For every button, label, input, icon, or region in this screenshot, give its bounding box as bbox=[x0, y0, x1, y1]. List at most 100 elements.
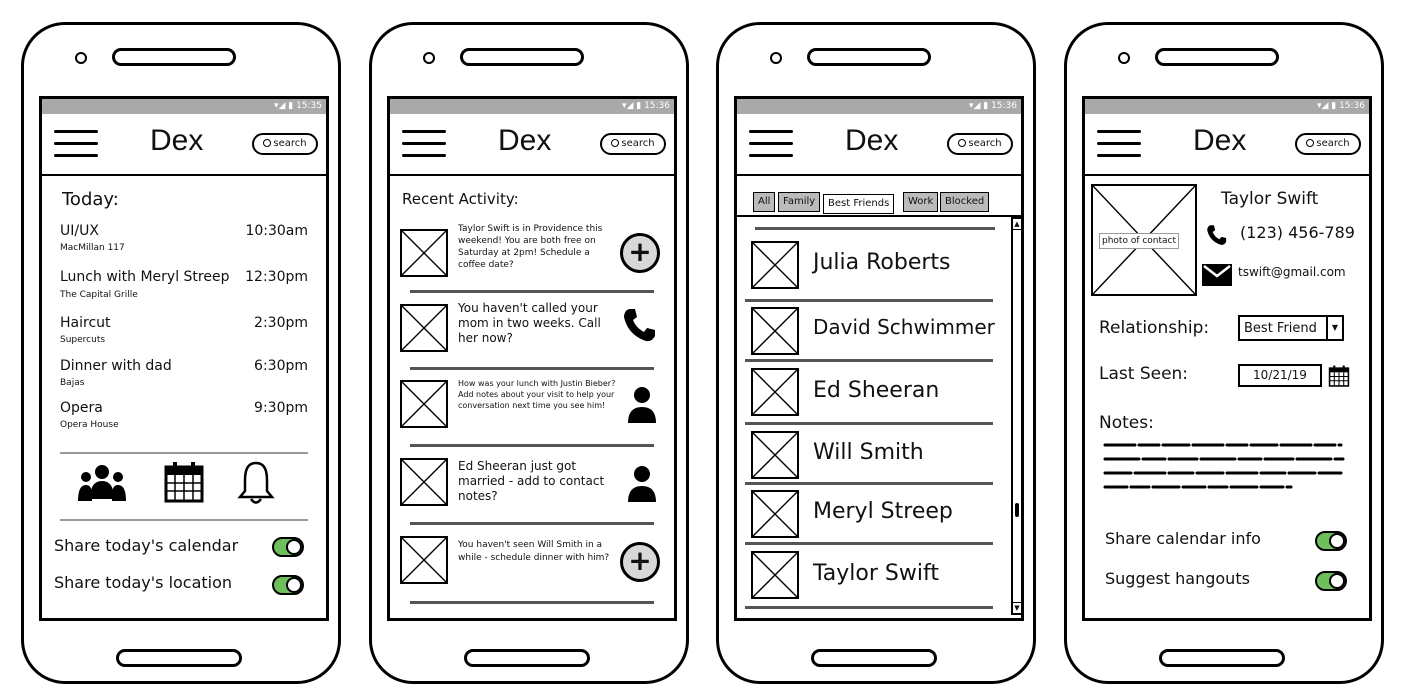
screen-contacts: ▾◢ ▮ 15:36 Dex search All Family Best Fr… bbox=[734, 96, 1024, 621]
activity-text: Taylor Swift is in Providence this weeke… bbox=[458, 224, 603, 270]
divider bbox=[410, 290, 654, 293]
menu-icon[interactable] bbox=[749, 130, 793, 160]
nav-bar: Dex search bbox=[1085, 114, 1369, 176]
event-title[interactable]: UI/UX bbox=[60, 223, 99, 239]
last-seen-input[interactable]: 10/21/19 bbox=[1238, 364, 1322, 387]
search-icon bbox=[263, 139, 272, 147]
contact-photo[interactable]: photo of contact bbox=[1091, 184, 1197, 296]
image-placeholder bbox=[400, 304, 448, 352]
search-icon bbox=[958, 139, 967, 147]
event-time: 6:30pm bbox=[254, 358, 308, 374]
image-placeholder bbox=[400, 458, 448, 506]
person-icon[interactable] bbox=[626, 385, 658, 425]
nav-bar: Dex search bbox=[42, 114, 326, 176]
home-button[interactable] bbox=[811, 649, 937, 667]
contact-phone[interactable]: (123) 456-789 bbox=[1240, 223, 1355, 242]
tab-family[interactable]: Family bbox=[778, 192, 821, 212]
toggle-label: Share today's location bbox=[54, 573, 233, 592]
phone-icon[interactable] bbox=[1206, 224, 1228, 246]
search-icon bbox=[611, 139, 620, 147]
scroll-up-icon[interactable]: ▲ bbox=[1013, 219, 1021, 230]
person-icon[interactable] bbox=[626, 464, 658, 504]
event-time: 10:30am bbox=[245, 223, 308, 239]
divider bbox=[410, 522, 654, 525]
divider bbox=[410, 601, 654, 604]
search-button[interactable]: search bbox=[947, 133, 1013, 155]
contact-photo bbox=[751, 241, 799, 289]
scroll-thumb[interactable] bbox=[1015, 503, 1019, 517]
event-location: Opera House bbox=[60, 420, 119, 430]
search-label: search bbox=[621, 138, 655, 149]
tab-blocked[interactable]: Blocked bbox=[940, 192, 990, 212]
activity-text: You haven't seen Will Smith in a while -… bbox=[458, 540, 610, 563]
status-bar: ▾◢ ▮ 15:36 bbox=[1085, 99, 1369, 114]
image-placeholder bbox=[400, 229, 448, 277]
tab-work[interactable]: Work bbox=[903, 192, 939, 212]
notes-scribble[interactable] bbox=[1101, 439, 1351, 495]
email-icon[interactable] bbox=[1202, 264, 1232, 286]
event-title[interactable]: Opera bbox=[60, 400, 103, 416]
contact-name[interactable]: Will Smith bbox=[813, 440, 924, 465]
phone-icon[interactable] bbox=[622, 307, 658, 343]
activity-text: How was your lunch with Justin Bieber? A… bbox=[458, 379, 616, 410]
event-location: Bajas bbox=[60, 378, 85, 388]
home-button[interactable] bbox=[116, 649, 242, 667]
event-location: The Capital Grille bbox=[60, 290, 138, 300]
divider bbox=[60, 452, 308, 454]
event-time: 9:30pm bbox=[254, 400, 308, 416]
search-button[interactable]: search bbox=[600, 133, 666, 155]
scrollbar[interactable]: ▲ ▼ bbox=[1011, 217, 1021, 615]
search-button[interactable]: search bbox=[252, 133, 318, 155]
activity-text: You haven't called your mom in two weeks… bbox=[458, 301, 601, 345]
contact-name[interactable]: Meryl Streep bbox=[813, 499, 953, 524]
contact-name[interactable]: Taylor Swift bbox=[813, 561, 939, 586]
camera-icon bbox=[423, 52, 435, 64]
chevron-down-icon[interactable]: ▼ bbox=[1326, 317, 1342, 339]
search-label: search bbox=[1316, 138, 1350, 149]
event-time: 12:30pm bbox=[245, 269, 308, 285]
share-location-toggle[interactable] bbox=[272, 575, 304, 595]
plus-icon[interactable]: + bbox=[620, 233, 660, 273]
screen-recent-activity: ▾◢ ▮ 15:36 Dex search Recent Activity: T… bbox=[387, 96, 677, 621]
screen-today: ▾◢ ▮ 15:35 Dex search Today: UI/UX MacMi… bbox=[39, 96, 329, 621]
menu-icon[interactable] bbox=[402, 130, 446, 160]
divider bbox=[745, 359, 993, 362]
app-title: Dex bbox=[498, 124, 552, 157]
group-icon[interactable] bbox=[78, 461, 126, 505]
search-button[interactable]: search bbox=[1295, 133, 1361, 155]
phone-contacts: ▾◢ ▮ 15:36 Dex search All Family Best Fr… bbox=[716, 22, 1036, 684]
event-title[interactable]: Lunch with Meryl Streep bbox=[60, 269, 229, 285]
camera-icon bbox=[1118, 52, 1130, 64]
nav-bar: Dex search bbox=[737, 114, 1021, 176]
contact-name[interactable]: David Schwimmer bbox=[813, 315, 995, 339]
contact-email[interactable]: tswift@gmail.com bbox=[1238, 265, 1346, 279]
last-seen-value: 10/21/19 bbox=[1253, 368, 1307, 382]
toggle-label: Suggest hangouts bbox=[1105, 569, 1250, 588]
event-title[interactable]: Haircut bbox=[60, 315, 111, 331]
relationship-select[interactable]: Best Friend ▼ bbox=[1238, 315, 1344, 341]
divider bbox=[410, 444, 654, 447]
recent-activity-heading: Recent Activity: bbox=[402, 190, 519, 208]
tab-all[interactable]: All bbox=[753, 192, 776, 212]
calendar-icon[interactable] bbox=[164, 461, 204, 503]
calendar-icon[interactable] bbox=[1328, 365, 1350, 387]
contact-name[interactable]: Julia Roberts bbox=[813, 250, 951, 275]
speaker-slot bbox=[807, 48, 931, 66]
scroll-down-icon[interactable]: ▼ bbox=[1013, 602, 1021, 613]
home-button[interactable] bbox=[464, 649, 590, 667]
contact-name[interactable]: Ed Sheeran bbox=[813, 378, 939, 403]
plus-icon[interactable]: + bbox=[620, 542, 660, 582]
tab-underline bbox=[737, 215, 1021, 217]
home-button[interactable] bbox=[1159, 649, 1285, 667]
menu-icon[interactable] bbox=[54, 130, 98, 160]
tab-best-friends[interactable]: Best Friends bbox=[823, 194, 895, 214]
suggest-hangouts-toggle[interactable] bbox=[1315, 571, 1347, 591]
phone-recent-activity: ▾◢ ▮ 15:36 Dex search Recent Activity: T… bbox=[369, 22, 689, 684]
share-calendar-toggle[interactable] bbox=[272, 537, 304, 557]
camera-icon bbox=[75, 52, 87, 64]
event-title[interactable]: Dinner with dad bbox=[60, 358, 172, 374]
bell-icon[interactable] bbox=[237, 459, 275, 507]
share-calendar-info-toggle[interactable] bbox=[1315, 531, 1347, 551]
menu-icon[interactable] bbox=[1097, 130, 1141, 160]
speaker-slot bbox=[460, 48, 584, 66]
